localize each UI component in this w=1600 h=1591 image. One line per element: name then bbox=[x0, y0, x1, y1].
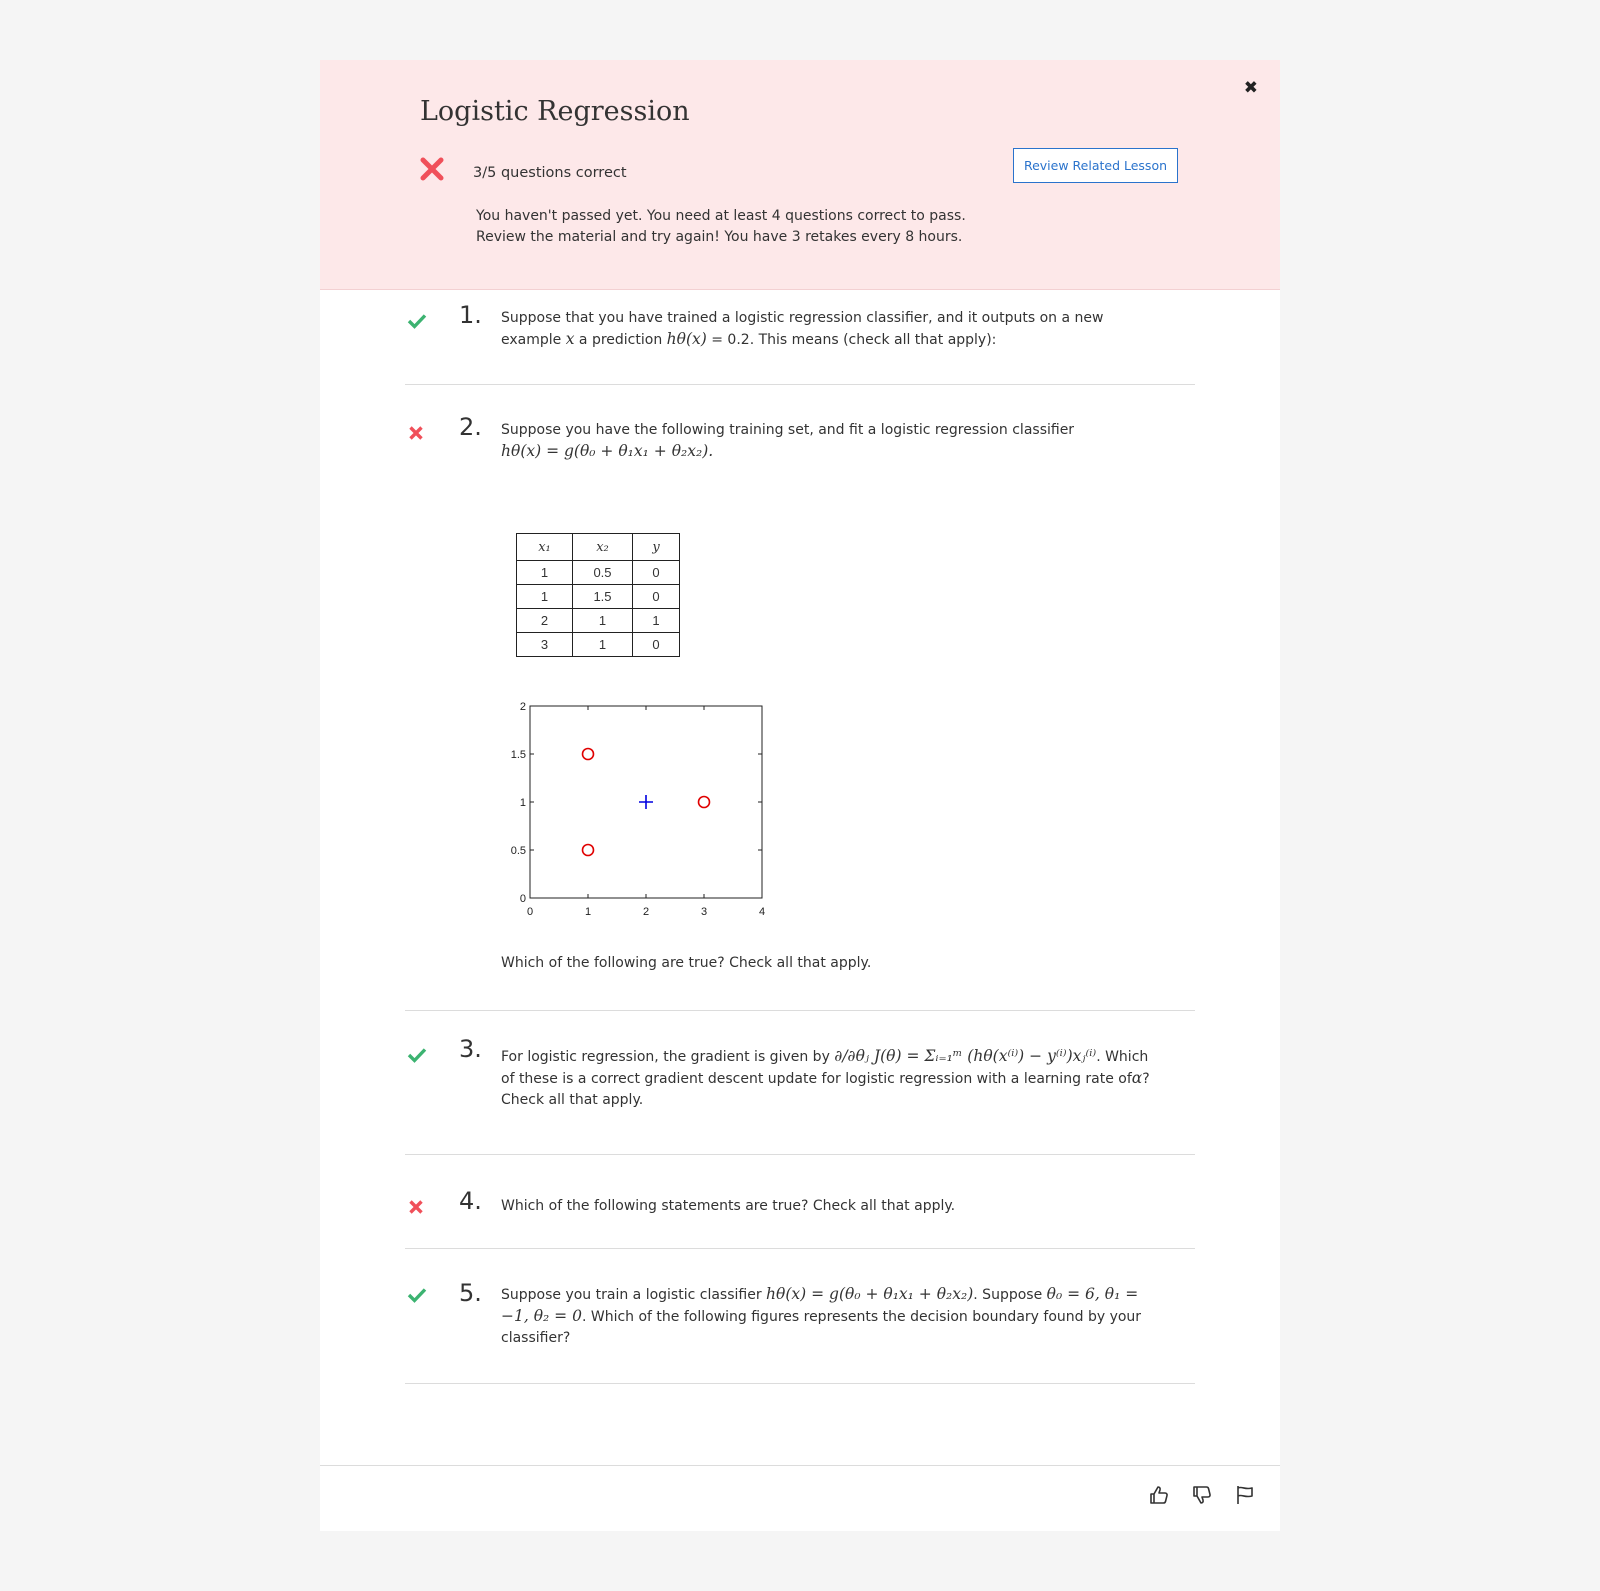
training-set-table: x₁ x₂ y 1 0.5 0 1 1.5 0 2 1 1 3 1 0 bbox=[516, 533, 680, 657]
question-number: 1. bbox=[459, 301, 482, 329]
thumbs-up-icon[interactable] bbox=[1148, 1484, 1170, 1506]
table-cell: 0.5 bbox=[572, 560, 633, 585]
table-cell: 1 bbox=[516, 560, 573, 585]
score-text: 3/5 questions correct bbox=[473, 165, 627, 181]
table-cell: 2 bbox=[516, 608, 573, 633]
table-header-cell: y bbox=[632, 533, 680, 561]
table-row: 3 1 0 bbox=[516, 632, 680, 657]
table-cell: 3 bbox=[516, 632, 573, 657]
question-number: 5. bbox=[459, 1279, 482, 1307]
review-related-lesson-button[interactable]: Review Related Lesson bbox=[1013, 148, 1178, 183]
math-expression: α bbox=[1131, 1069, 1143, 1087]
message-line: Review the material and try again! You h… bbox=[476, 229, 963, 245]
y-tick-label: 1.5 bbox=[511, 749, 526, 761]
math-expression: hθ(x) = g(θ₀ + θ₁x₁ + θ₂x₂). bbox=[501, 442, 714, 460]
table-cell: 0 bbox=[632, 560, 680, 585]
page-title: Logistic Regression bbox=[420, 96, 690, 127]
y-tick-label: 2 bbox=[520, 701, 526, 713]
table-cell: 1 bbox=[572, 632, 633, 657]
table-cell: 0 bbox=[632, 584, 680, 609]
question-text-part: For logistic regression, the gradient is… bbox=[501, 1049, 835, 1065]
question-text-part: . Suppose bbox=[973, 1287, 1047, 1303]
cross-icon bbox=[409, 426, 423, 440]
table-row: 1 0.5 0 bbox=[516, 560, 680, 585]
x-tick-label: 1 bbox=[585, 906, 591, 918]
x-tick-label: 4 bbox=[759, 906, 765, 918]
results-banner: ✖ Logistic Regression 3/5 questions corr… bbox=[320, 60, 1280, 290]
divider bbox=[405, 1154, 1195, 1155]
question-text-part: Suppose you have the following training … bbox=[501, 422, 1075, 438]
fail-x-icon bbox=[420, 157, 444, 181]
y-tick-label: 0.5 bbox=[511, 845, 526, 857]
divider bbox=[405, 384, 1195, 385]
table-cell: 1 bbox=[572, 608, 633, 633]
x-tick-label: 2 bbox=[643, 906, 649, 918]
question-text-part: Suppose you train a logistic classifier bbox=[501, 1287, 767, 1303]
cross-icon bbox=[409, 1200, 423, 1214]
question-number: 4. bbox=[459, 1187, 482, 1215]
question-number: 3. bbox=[459, 1035, 482, 1063]
question-text: Suppose that you have trained a logistic… bbox=[501, 308, 1151, 351]
flag-icon[interactable] bbox=[1234, 1484, 1256, 1506]
question-text-part: = 0.2. This means (check all that apply)… bbox=[706, 332, 997, 348]
y-tick-label: 0 bbox=[520, 893, 526, 905]
x-tick-label: 0 bbox=[527, 906, 533, 918]
table-header-row: x₁ x₂ y bbox=[516, 533, 680, 561]
result-message: You haven't passed yet. You need at leas… bbox=[476, 206, 966, 248]
table-row: 2 1 1 bbox=[516, 608, 680, 633]
thumbs-down-icon[interactable] bbox=[1191, 1484, 1213, 1506]
question-text: For logistic regression, the gradient is… bbox=[501, 1046, 1151, 1111]
table-cell: 1 bbox=[516, 584, 573, 609]
question-text: Suppose you have the following training … bbox=[501, 420, 1151, 462]
question-text: Suppose you train a logistic classifier … bbox=[501, 1284, 1151, 1349]
math-expression: hθ(x) bbox=[666, 330, 707, 348]
scatter-plot: 0 1 2 3 4 0 0.5 1 1.5 2 bbox=[511, 701, 765, 918]
divider bbox=[405, 1010, 1195, 1011]
question-text-part: . Which of the following figures represe… bbox=[501, 1309, 1142, 1346]
y-tick-label: 1 bbox=[520, 797, 526, 809]
check-icon bbox=[407, 1048, 427, 1063]
math-expression: hθ(x) = g(θ₀ + θ₁x₁ + θ₂x₂) bbox=[766, 1285, 974, 1303]
x-tick-label: 3 bbox=[701, 906, 707, 918]
table-cell: 1 bbox=[632, 608, 680, 633]
divider bbox=[405, 1248, 1195, 1249]
question-number: 2. bbox=[459, 413, 482, 441]
divider bbox=[405, 1383, 1195, 1384]
question-text-part: a prediction bbox=[574, 332, 667, 348]
check-icon bbox=[407, 1288, 427, 1303]
question-text: Which of the following are true? Check a… bbox=[501, 955, 872, 971]
quiz-results-card: ✖ Logistic Regression 3/5 questions corr… bbox=[320, 60, 1280, 1531]
question-text: Which of the following statements are tr… bbox=[501, 1198, 956, 1214]
footer-divider bbox=[320, 1465, 1280, 1466]
math-expression: ∂/∂θⱼ J(θ) = Σᵢ₌₁ᵐ (hθ(x⁽ⁱ⁾) − y⁽ⁱ⁾)xⱼ⁽ⁱ… bbox=[834, 1047, 1097, 1065]
table-header-cell: x₁ bbox=[516, 533, 573, 561]
table-cell: 1.5 bbox=[572, 584, 633, 609]
table-row: 1 1.5 0 bbox=[516, 584, 680, 609]
check-icon bbox=[407, 314, 427, 329]
message-line: You haven't passed yet. You need at leas… bbox=[476, 208, 966, 224]
close-icon[interactable]: ✖ bbox=[1244, 78, 1258, 98]
table-header-cell: x₂ bbox=[572, 533, 633, 561]
table-cell: 0 bbox=[632, 632, 680, 657]
